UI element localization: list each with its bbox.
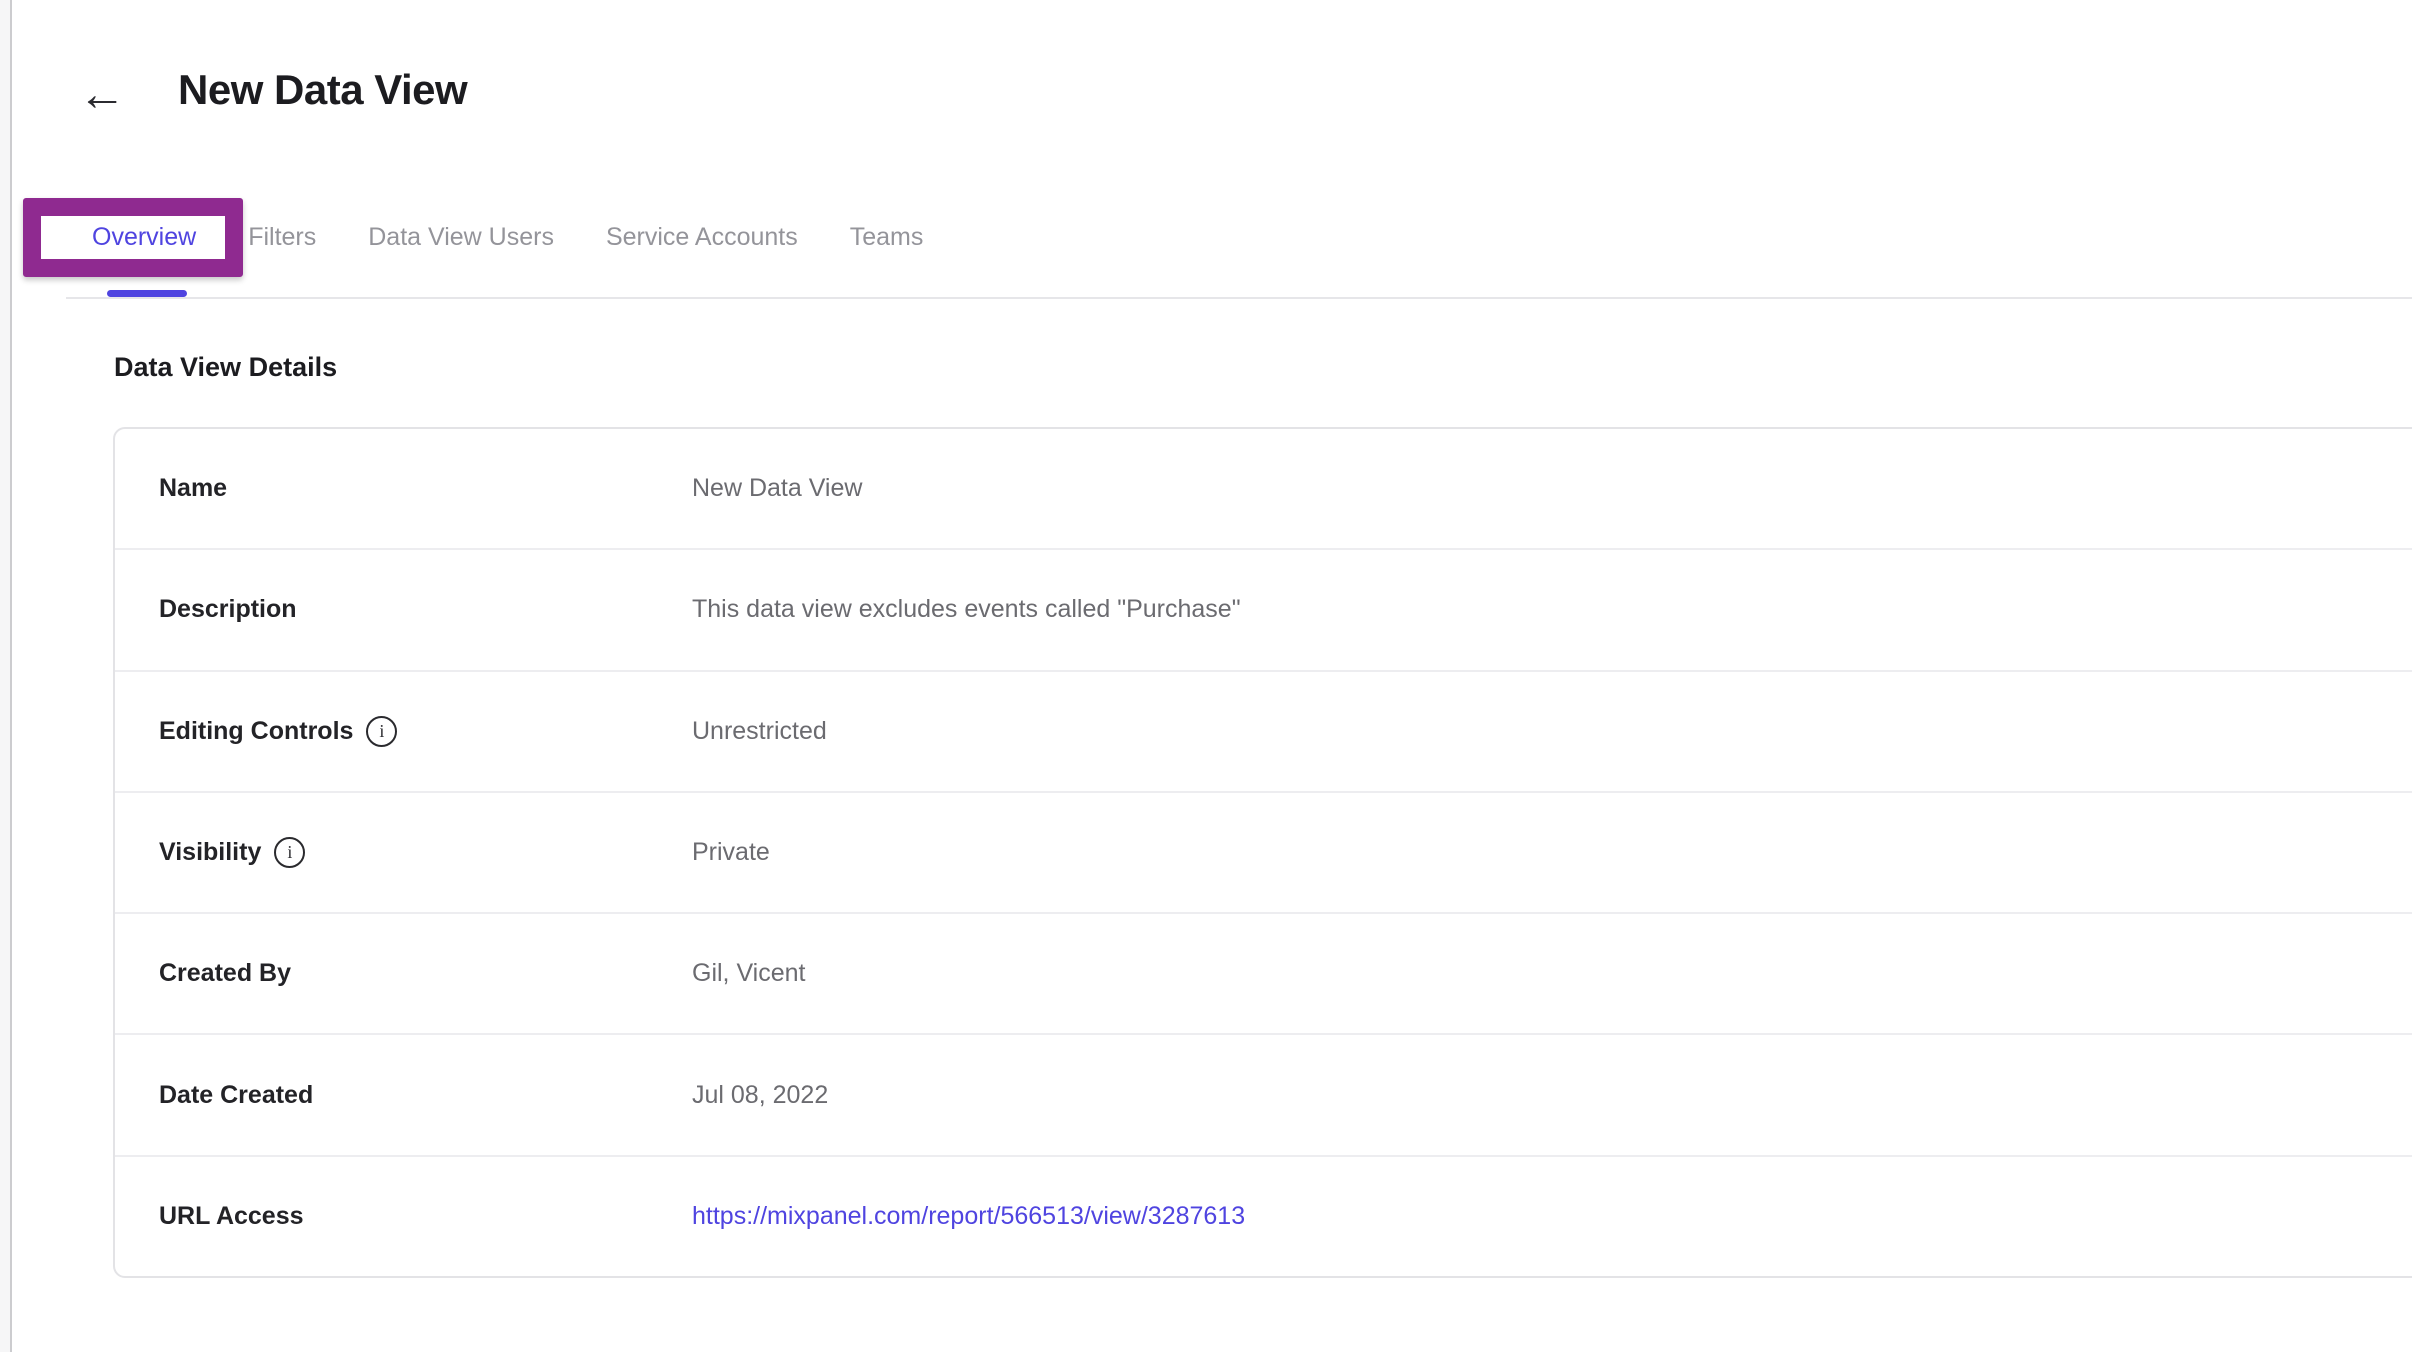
tabbar: Overview Filters Data View Users Service… (66, 208, 949, 266)
visibility-label-text: Visibility (159, 838, 261, 867)
tab-data-view-users[interactable]: Data View Users (342, 208, 580, 266)
date-created-value: Jul 08, 2022 (692, 1081, 828, 1110)
detail-row-editing-controls: Editing Controls i Unrestricted (115, 670, 2412, 791)
description-value: This data view excludes events called "P… (692, 595, 1241, 624)
date-created-label: Date Created (159, 1081, 692, 1110)
url-access-link[interactable]: https://mixpanel.com/report/566513/view/… (692, 1202, 1245, 1231)
detail-row-name: Name New Data View (115, 429, 2412, 548)
section-heading: Data View Details (114, 352, 337, 383)
data-view-details-card: Name New Data View Description This data… (113, 427, 2412, 1278)
tab-overview[interactable]: Overview (66, 208, 222, 266)
detail-row-url-access: URL Access https://mixpanel.com/report/5… (115, 1155, 2412, 1276)
tab-filters[interactable]: Filters (222, 208, 342, 266)
visibility-label: Visibility i (159, 837, 692, 868)
detail-row-description: Description This data view excludes even… (115, 548, 2412, 669)
editing-controls-label: Editing Controls i (159, 716, 692, 747)
page-title: New Data View (178, 66, 467, 114)
name-value: New Data View (692, 474, 862, 503)
info-icon[interactable]: i (274, 837, 305, 868)
settings-page: ← New Data View Overview Filters Data Vi… (0, 0, 2412, 1352)
back-button[interactable]: ← (74, 66, 130, 122)
created-by-label: Created By (159, 959, 692, 988)
visibility-value: Private (692, 838, 770, 867)
editing-controls-value: Unrestricted (692, 717, 827, 746)
editing-controls-label-text: Editing Controls (159, 717, 353, 746)
detail-row-visibility: Visibility i Private (115, 791, 2412, 912)
active-tab-indicator (107, 290, 187, 297)
description-label: Description (159, 595, 692, 624)
tabbar-divider (66, 297, 2412, 299)
created-by-value: Gil, Vicent (692, 959, 805, 988)
url-access-label: URL Access (159, 1202, 692, 1231)
name-label: Name (159, 474, 692, 503)
tab-service-accounts[interactable]: Service Accounts (580, 208, 824, 266)
detail-row-created-by: Created By Gil, Vicent (115, 912, 2412, 1033)
info-icon[interactable]: i (366, 716, 397, 747)
sidebar-edge (0, 0, 12, 1352)
detail-row-date-created: Date Created Jul 08, 2022 (115, 1033, 2412, 1154)
tab-teams[interactable]: Teams (824, 208, 950, 266)
